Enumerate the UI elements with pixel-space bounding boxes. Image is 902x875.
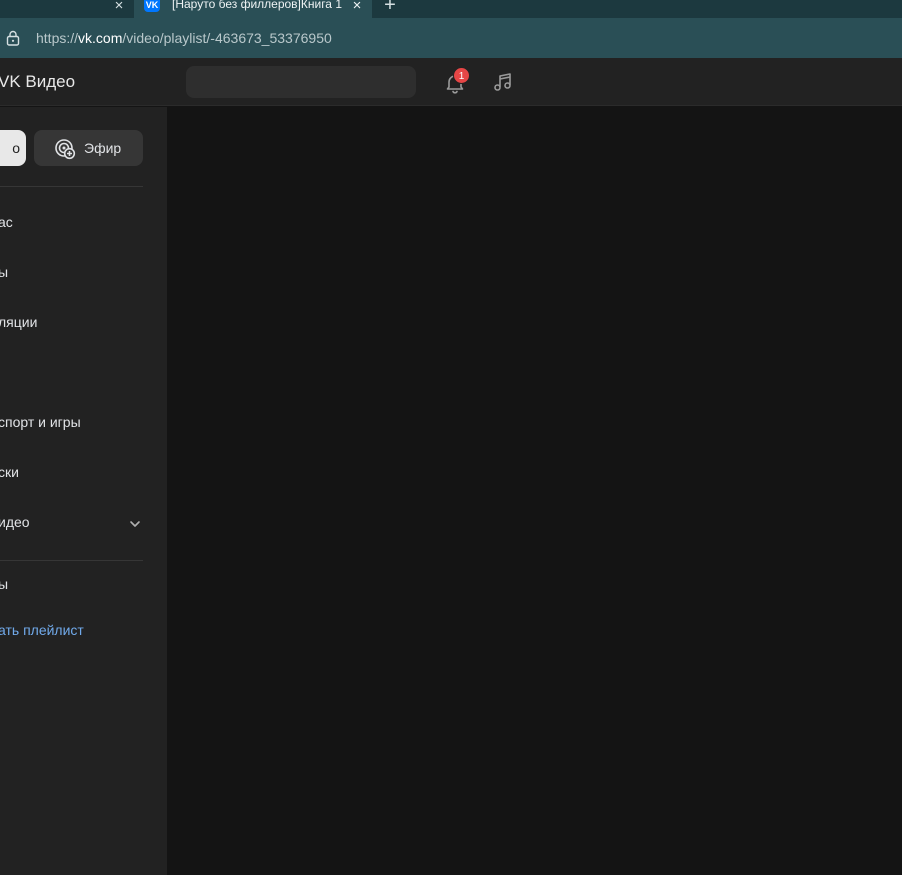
lock-icon[interactable] [6,30,20,46]
sidebar: о Эфир ас ы ляции спорт и игры ски идео … [0,107,167,875]
sidebar-item-secondary[interactable]: ы [0,576,8,592]
main-content [167,107,902,875]
new-tab-button[interactable]: + [380,0,400,15]
sidebar-item-5[interactable]: ски [0,464,19,480]
live-broadcast-icon [55,139,76,160]
address-bar[interactable]: https://vk.com/video/playlist/-463673_53… [0,18,902,76]
tab-close-icon[interactable]: × [348,0,366,15]
create-playlist-link[interactable]: ать плейлист [0,622,84,638]
sidebar-item-1[interactable]: ас [0,214,13,230]
video-button[interactable]: о [0,130,26,166]
sidebar-item-6[interactable]: идео [0,514,30,530]
sidebar-item-2[interactable]: ы [0,264,8,280]
url-path: /video/playlist/-463673_53376950 [122,30,332,46]
app-header: VK Видео 1 [0,58,902,106]
music-icon[interactable] [491,70,515,94]
live-button-label: Эфир [84,140,122,156]
sidebar-divider [0,186,143,187]
sidebar-item-3[interactable]: ляции [0,314,37,330]
live-button[interactable]: Эфир [34,130,143,166]
url-text[interactable]: https://vk.com/video/playlist/-463673_53… [36,30,332,46]
sidebar-divider [0,560,143,561]
notification-badge: 1 [453,67,470,84]
vk-video-logo[interactable]: VK Видео [0,72,75,92]
sidebar-item-4[interactable]: спорт и игры [0,414,81,430]
active-tab[interactable]: VK [Наруто без филлеров]Книга 1 × [134,0,372,18]
vk-favicon-icon: VK [144,0,160,12]
tab-title: [Наруто без филлеров]Книга 1 [172,0,342,11]
url-host: vk.com [78,30,123,46]
url-prefix: https:// [36,30,79,46]
browser-tabstrip: × VK [Наруто без филлеров]Книга 1 × + [0,0,902,18]
search-input[interactable] [186,66,416,98]
prev-tab-close-icon[interactable]: × [110,0,128,15]
chevron-down-icon[interactable] [128,517,142,531]
